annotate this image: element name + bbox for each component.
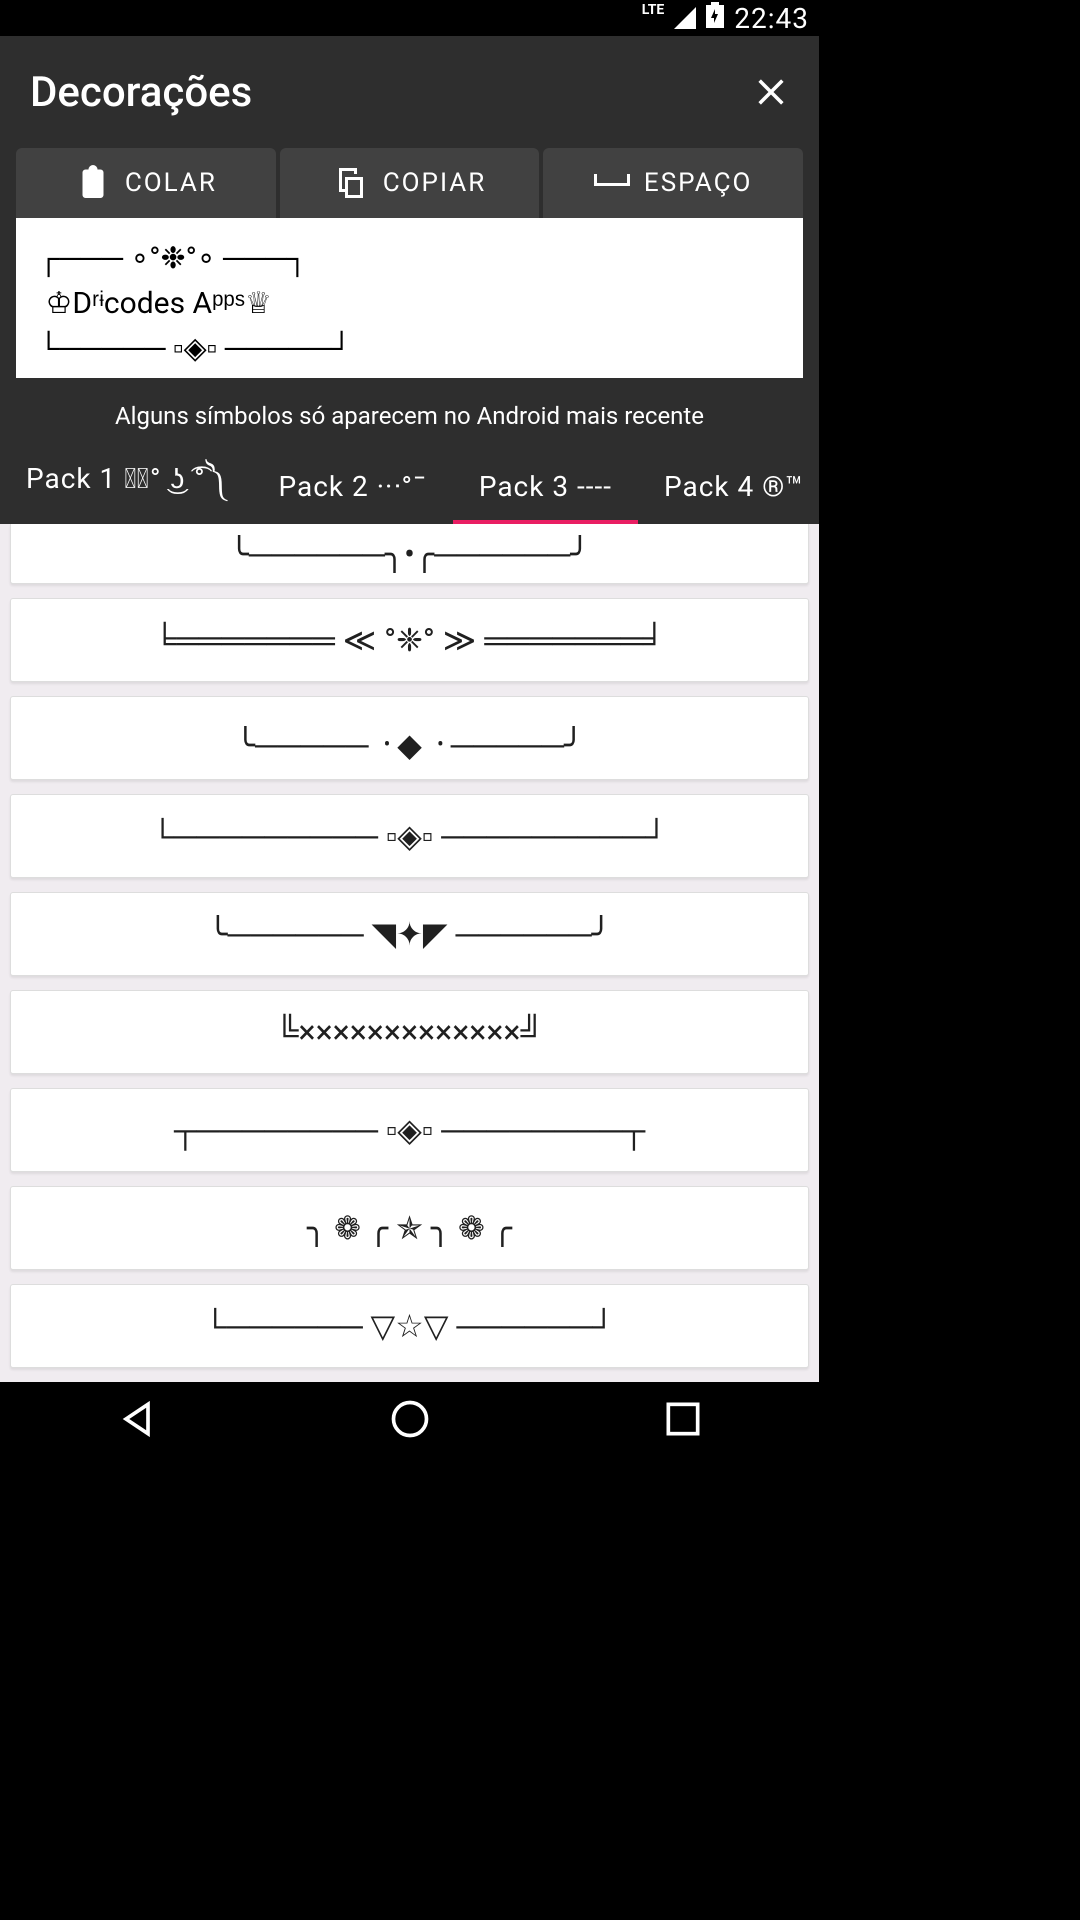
paste-button[interactable]: COLAR — [16, 148, 276, 218]
toolbar: COLAR COPIAR ESPAÇO — [0, 148, 819, 218]
app-header: Decorações — [0, 36, 819, 148]
copy-button[interactable]: COPIAR — [280, 148, 540, 218]
screen: LTE 22:43 Decorações COLAR COPIAR E — [0, 0, 819, 1456]
tab-pack-3[interactable]: Pack 3 ---- — [453, 448, 638, 524]
status-bar: LTE 22:43 — [0, 0, 819, 36]
close-button[interactable] — [751, 72, 791, 112]
app-content: Decorações COLAR COPIAR ESPAÇO ┌─── ∘°❉°… — [0, 36, 819, 1382]
system-navbar — [0, 1382, 819, 1456]
signal-icon — [674, 7, 696, 29]
tab-pack-1[interactable]: Pack 1 ༼͡° ͜ʖ ͡°༽ — [0, 448, 253, 524]
space-label: ESPAÇO — [644, 168, 753, 198]
decoration-item[interactable]: └───────── ▫◈▫ ─────────┘ — [10, 794, 809, 878]
space-icon — [594, 165, 630, 201]
decoration-item[interactable]: ╮ ❁ ╭ ✯ ╮ ❁ ╭ — [10, 1186, 809, 1270]
decoration-item[interactable]: ┬──────── ▫◈▫ ────────┬ — [10, 1088, 809, 1172]
decoration-item[interactable]: ╘═══════ ≪ °❈° ≫ ═══════╛ — [10, 598, 809, 682]
decoration-list[interactable]: ╰──────╮•╭──────╯ ╘═══════ ≪ °❈° ≫ ═════… — [0, 524, 819, 1382]
recent-icon — [661, 1397, 705, 1441]
decoration-item[interactable]: └────── ▽☆▽ ──────┘ — [10, 1284, 809, 1368]
clock: 22:43 — [734, 2, 809, 35]
clipboard-icon — [75, 165, 111, 201]
hint-text: Alguns símbolos só aparecem no Android m… — [0, 378, 819, 448]
decoration-item[interactable]: ╰───── ᠂ ◆ ᠂ ─────╯ — [10, 696, 809, 780]
paste-label: COLAR — [125, 168, 217, 198]
close-icon — [754, 75, 788, 109]
tab-pack-2[interactable]: Pack 2 ··ᐧ°¯ — [253, 448, 453, 524]
decoration-item[interactable]: ╚×××××××××××××╝ — [10, 990, 809, 1074]
recent-button[interactable] — [661, 1397, 705, 1441]
back-icon — [115, 1397, 159, 1441]
tab-pack-4[interactable]: Pack 4 ®™ — [638, 448, 819, 524]
space-button[interactable]: ESPAÇO — [543, 148, 803, 218]
tab-bar: Pack 1 ༼͡° ͜ʖ ͡°༽ Pack 2 ··ᐧ°¯ Pack 3 --… — [0, 448, 819, 524]
copy-icon — [333, 165, 369, 201]
home-icon — [388, 1397, 432, 1441]
decoration-item[interactable]: ╰────── ◥✦◤ ──────╯ — [10, 892, 809, 976]
home-button[interactable] — [388, 1397, 432, 1441]
battery-icon — [706, 2, 724, 35]
network-label: LTE — [642, 2, 665, 18]
decoration-item[interactable]: ╰──────╮•╭──────╯ — [10, 524, 809, 584]
back-button[interactable] — [115, 1397, 159, 1441]
copy-label: COPIAR — [383, 168, 487, 198]
page-title: Decorações — [30, 68, 252, 117]
preview-area[interactable]: ┌─── ∘°❉°∘ ───┐ ♔Dʳᶤcodes Aᵖᵖˢ♕ └───── ▫… — [16, 218, 803, 378]
